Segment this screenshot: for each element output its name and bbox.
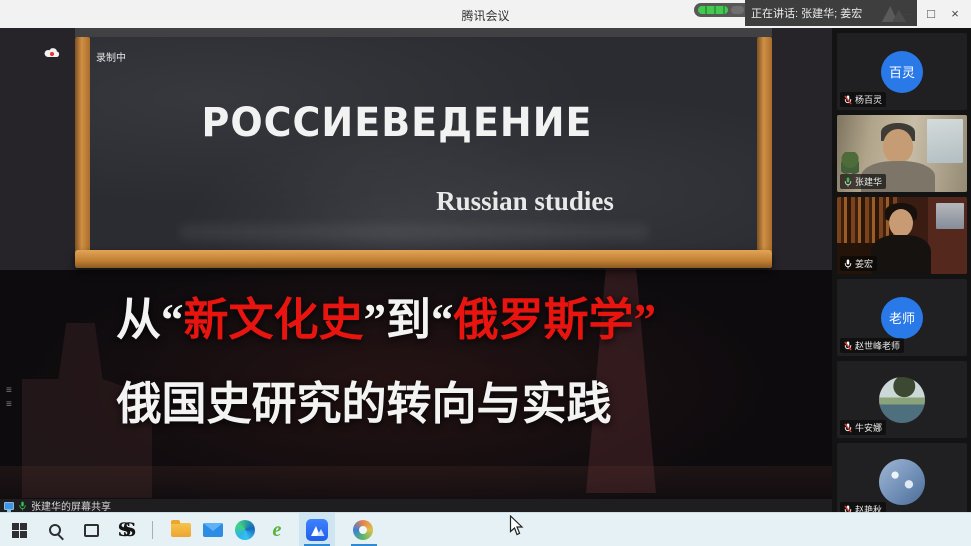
speaking-indicator: 正在讲话: 张建华; 姜宏 [745,0,917,26]
edge-browser-button[interactable] [230,513,260,546]
participant-name-badge: 姜宏 [840,256,877,271]
titlebar: 腾讯会议 正在讲话: 张建华; 姜宏 – □ × [0,0,971,28]
participant-name-badge: 牛安娜 [840,420,886,435]
slide-headline-line1: 从“新文化史”到“俄罗斯学” [36,296,736,346]
tencent-meeting-icon [306,519,328,541]
taskbar: S e 桌面 OneDrive » ^ 中 拼 13:35 周五 2022/12… [0,512,971,546]
avatar: 百灵 [881,51,923,93]
mic-on-icon [844,259,852,269]
recording-label: 录制中 [96,49,126,64]
photo-avatar [879,377,925,423]
close-button[interactable]: × [943,0,967,28]
shared-screen-view: РОССИЕВЕДЕНИЕ Russian studies 录制中 ≡ ≡ 从“… [0,28,832,512]
volume-level [698,6,728,14]
mail-icon [203,523,223,537]
blackboard: РОССИЕВЕДЕНИЕ Russian studies [75,28,772,268]
task-view-icon [84,524,99,537]
slide-subtitle-english: Russian studies [315,186,735,217]
minimize-button[interactable]: – [895,0,919,28]
participant-tile[interactable]: 姜宏 [837,197,967,274]
search-icon [49,524,61,536]
participant-name-badge: 赵艳秋 [840,502,886,512]
taskbar-divider [152,521,153,539]
wood-frame-bottom [75,250,772,268]
wood-frame-left [75,37,90,268]
slide-title-russian: РОССИЕВЕДЕНИЕ [97,99,697,146]
share-owner-label: 张建华的屏幕共享 [31,498,111,512]
participant-tile[interactable]: 牛安娜 [837,361,967,438]
mic-muted-icon [844,423,852,433]
taskbar-search-button[interactable] [40,513,70,546]
participant-name-badge: 牛安娜 赵世峰老师 [840,338,904,353]
mic-muted-icon [844,341,852,351]
screen-share-status-bar: 张建华的屏幕共享 [0,499,832,512]
taskbar-app-pinwheel[interactable] [348,513,378,546]
mic-muted-icon [844,95,852,105]
participant-name-badge: 杨百灵 [840,92,886,107]
pinwheel-app-icon [353,520,373,540]
ie-browser-button[interactable]: e [262,513,292,546]
participant-tile[interactable]: 老师 牛安娜 赵世峰老师 [837,279,967,356]
avatar: 老师 [881,297,923,339]
monitor-icon [4,502,14,510]
wood-frame-right [757,37,772,268]
app-window: 腾讯会议 正在讲话: 张建华; 姜宏 – □ × РОСС [0,0,971,546]
participant-tile[interactable]: 百灵 杨百灵 [837,33,967,110]
chalk-streak [179,224,649,240]
mic-active-icon [844,177,852,187]
mic-muted-icon [844,505,852,513]
mic-on-icon [19,501,26,511]
s-app-icon: S [118,519,132,541]
taskbar-app-s[interactable]: S [112,513,142,546]
speaking-text: 正在讲话: 张建华; 姜宏 [751,5,862,21]
slide-headline-line2: 俄国史研究的转向与实践 [14,380,714,430]
person-silhouette [889,209,913,237]
participant-tile[interactable]: 赵艳秋 [837,443,967,512]
photo-avatar [879,459,925,505]
start-button[interactable] [4,513,34,546]
menu-icon[interactable]: ≡ [6,400,12,410]
internet-explorer-icon: e [273,519,282,542]
recording-cloud-icon [44,47,60,58]
person-silhouette [883,129,913,163]
windows-logo-icon [12,523,27,538]
folder-icon [171,523,191,537]
tencent-meeting-taskbar-button[interactable] [299,513,335,546]
restore-button[interactable]: □ [919,0,943,28]
participant-tile-active-speaker[interactable]: 张建华 [837,115,967,192]
mail-button[interactable] [198,513,228,546]
task-view-button[interactable] [76,513,106,546]
file-explorer-button[interactable] [166,513,196,546]
window-controls: – □ × [895,0,967,28]
mouse-cursor [509,515,524,536]
participant-name-badge: 张建华 [840,174,886,189]
menu-icon[interactable]: ≡ [6,386,12,396]
slideshow-nav-widget[interactable]: ≡ ≡ [6,386,12,410]
edge-icon [235,520,255,540]
participants-sidebar: 百灵 杨百灵 张建华 [832,28,971,512]
